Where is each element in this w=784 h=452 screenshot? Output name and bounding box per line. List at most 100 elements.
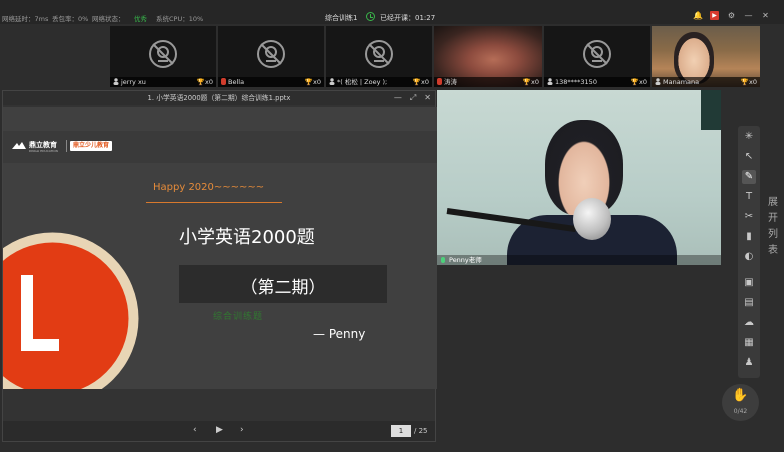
latency-text: 网络延时：7ms xyxy=(2,15,49,23)
student-score: x0 xyxy=(313,78,321,86)
elapsed-time: 已经开课：01:27 xyxy=(380,14,436,22)
status-bar: 网络延时：7ms 丢包率：0% 网络状态： 优秀 系统CPU：10% 综合训练1… xyxy=(0,0,784,24)
mic-on-icon xyxy=(441,257,445,263)
record-icon[interactable]: ▶ xyxy=(710,11,719,20)
camera-off-icon xyxy=(365,40,393,68)
pen-icon[interactable]: ✎ xyxy=(742,170,756,184)
classroom-window: 网络延时：7ms 丢包率：0% 网络状态： 优秀 系统CPU：10% 综合训练1… xyxy=(0,0,784,452)
student-name: Manamana xyxy=(663,78,700,86)
page-total: / 25 xyxy=(414,427,428,435)
brand-badge: 鼎立少儿教育 xyxy=(70,141,113,151)
image-icon[interactable]: ▣ xyxy=(742,276,756,290)
camera-off-icon xyxy=(257,40,285,68)
teacher-name: Penny老师 xyxy=(449,256,482,264)
camera-off-icon xyxy=(583,40,611,68)
mic-off-icon xyxy=(437,78,442,85)
gear-icon[interactable]: ⚙ xyxy=(727,11,736,20)
packet-loss-text: 丢包率：0% xyxy=(52,15,89,23)
person-icon xyxy=(113,78,119,85)
raise-hand-button[interactable]: ✋ 0/42 xyxy=(722,384,759,421)
divider xyxy=(66,140,67,152)
next-page-icon[interactable]: › xyxy=(240,425,244,435)
page-number-input[interactable]: 1 xyxy=(391,425,411,437)
close-icon[interactable]: ✕ xyxy=(761,11,770,20)
issue-label: （第二期） xyxy=(240,278,326,298)
student-footer: Bella 🏆x0 xyxy=(218,77,324,87)
document-window-buttons: — ⤢ ✕ xyxy=(394,91,431,105)
student-name: 涛涛 xyxy=(444,78,457,86)
student-footer: 138****3150 🏆x0 xyxy=(544,77,650,87)
scissors-icon[interactable]: ✂ xyxy=(742,210,756,224)
brand-subtitle: DINGLI EDUCATION xyxy=(29,149,58,153)
play-icon[interactable]: ▶ xyxy=(216,425,223,435)
trophy-icon: 🏆x0 xyxy=(522,78,539,86)
brand-logo-icon xyxy=(12,142,26,149)
slide-header: 鼎立教育 DINGLI EDUCATION 鼎立少儿教育 xyxy=(3,131,437,163)
student-name: jerry xu xyxy=(121,78,146,86)
slide-canvas[interactable]: 鼎立教育 DINGLI EDUCATION 鼎立少儿教育 Happy 2020~… xyxy=(3,107,437,389)
bell-icon[interactable]: 🔔 xyxy=(693,11,703,20)
minimize-icon[interactable]: — xyxy=(394,91,402,105)
student-score: x0 xyxy=(531,78,539,86)
student-score: x0 xyxy=(749,78,757,86)
trophy-icon: 🏆x0 xyxy=(304,78,321,86)
student-tile[interactable]: Bella 🏆x0 xyxy=(218,26,324,87)
student-name: *( 松松 | Zoey ); xyxy=(337,78,388,86)
student-score: x0 xyxy=(639,78,647,86)
document-panel: 1. 小学英语2000题（第二期）综合训练1.pptx — ⤢ ✕ 鼎立教育 D… xyxy=(2,90,437,442)
mic-off-icon xyxy=(221,78,226,85)
trophy-icon: 🏆x0 xyxy=(630,78,647,86)
brand-emblem-icon xyxy=(3,232,139,389)
shape-tool-icon[interactable]: ◐ xyxy=(742,250,756,264)
person-icon xyxy=(329,78,335,85)
class-name: 综合训练1 xyxy=(325,14,358,22)
close-icon[interactable]: ✕ xyxy=(424,91,431,105)
fullscreen-icon[interactable]: ⤢ xyxy=(410,91,416,105)
document-title: 1. 小学英语2000题（第二期）综合训练1.pptx xyxy=(147,94,291,102)
toolbox-icon[interactable]: ▦ xyxy=(742,336,756,350)
chat-icon[interactable]: ▤ xyxy=(742,296,756,310)
student-score: x0 xyxy=(421,78,429,86)
document-toolbar: ‹ ▶ › 1 / 25 xyxy=(3,421,435,441)
student-tile[interactable]: 涛涛 🏆x0 xyxy=(434,26,542,87)
select-arrow-icon[interactable]: ↖ xyxy=(742,150,756,164)
eraser-icon[interactable]: ▮ xyxy=(742,230,756,244)
network-label: 网络状态： xyxy=(92,15,125,23)
laser-pointer-icon[interactable]: ✳ xyxy=(742,130,756,144)
prev-page-icon[interactable]: ‹ xyxy=(193,425,197,435)
microphone xyxy=(573,198,611,240)
student-footer: *( 松松 | Zoey ); 🏆x0 xyxy=(326,77,432,87)
student-footer: 涛涛 🏆x0 xyxy=(434,77,542,87)
cloud-icon[interactable]: ☁ xyxy=(742,316,756,330)
text-tool-icon[interactable]: T xyxy=(742,190,756,204)
student-tile[interactable]: 138****3150 🏆x0 xyxy=(544,26,650,87)
document-titlebar: 1. 小学英语2000题（第二期）综合训练1.pptx — ⤢ ✕ xyxy=(3,91,435,105)
trophy-icon: 🏆x0 xyxy=(196,78,213,86)
network-status: 优秀 xyxy=(134,15,147,23)
slide-author: — Penny xyxy=(313,327,366,341)
cpu-text: 系统CPU：10% xyxy=(156,15,204,23)
student-name: Bella xyxy=(228,78,245,86)
student-footer: Manamana 🏆x0 xyxy=(652,77,760,87)
teacher-video[interactable]: Penny老师 xyxy=(437,90,721,265)
camera-off-icon xyxy=(149,40,177,68)
hand-count: 0/42 xyxy=(733,408,748,415)
issue-box: （第二期） xyxy=(179,265,387,303)
trophy-icon: 🏆x0 xyxy=(412,78,429,86)
teacher-footer: Penny老师 xyxy=(437,255,721,265)
tool-palette: ✳ ↖ ✎ T ✂ ▮ ◐ ▣ ▤ ☁ ▦ ♟ xyxy=(738,126,760,378)
trophy-icon: 🏆x0 xyxy=(740,78,757,86)
slide-annotation: 综合训练题 xyxy=(213,312,264,322)
student-name: 138****3150 xyxy=(555,78,597,86)
student-score: x0 xyxy=(205,78,213,86)
slide-title: 小学英语2000题 xyxy=(179,227,315,248)
group-icon[interactable]: ♟ xyxy=(742,356,756,370)
student-tile[interactable]: Manamana 🏆x0 xyxy=(652,26,760,87)
student-footer: jerry xu 🏆x0 xyxy=(110,77,216,87)
person-icon xyxy=(655,78,661,85)
hand-icon: ✋ xyxy=(732,388,749,403)
student-tile[interactable]: *( 松松 | Zoey ); 🏆x0 xyxy=(326,26,432,87)
minimize-icon[interactable]: — xyxy=(744,11,753,20)
student-tile[interactable]: jerry xu 🏆x0 xyxy=(110,26,216,87)
expand-list-toggle[interactable]: 展开列表 xyxy=(767,195,779,259)
